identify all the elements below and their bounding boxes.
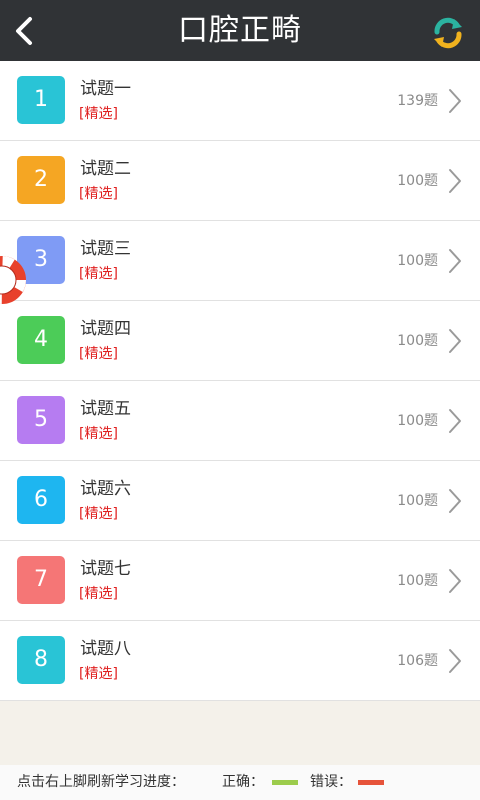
item-number-badge: 1 xyxy=(17,76,65,124)
item-tag: [精选] xyxy=(79,266,118,282)
item-title: 试题七 xyxy=(80,559,131,579)
chevron-right-icon xyxy=(449,649,461,673)
item-question-count: 139题 xyxy=(397,93,438,109)
item-number-badge: 5 xyxy=(17,396,65,444)
item-tag: [精选] xyxy=(79,346,118,362)
lifebuoy-icon xyxy=(0,256,26,304)
item-question-count: 100题 xyxy=(397,253,438,269)
list-item[interactable]: 5 试题五 [精选] 100题 xyxy=(0,381,480,461)
question-set-list: 1 试题一 [精选] 139题 2 试题二 [精选] 100题 3 试题三 [精选] 100题 4 试题四… xyxy=(0,61,480,701)
item-question-count: 106题 xyxy=(397,653,438,669)
wrong-label: 错误： xyxy=(310,774,352,790)
lifebuoy-floating-button[interactable] xyxy=(0,256,26,304)
item-tag: [精选] xyxy=(79,506,118,522)
item-question-count: 100题 xyxy=(397,573,438,589)
item-number-badge: 8 xyxy=(17,636,65,684)
item-tag: [精选] xyxy=(79,426,118,442)
list-item[interactable]: 3 试题三 [精选] 100题 xyxy=(0,221,480,301)
item-title: 试题三 xyxy=(80,239,131,259)
item-title: 试题一 xyxy=(80,79,131,99)
chevron-right-icon xyxy=(449,249,461,273)
item-tag: [精选] xyxy=(79,586,118,602)
list-item[interactable]: 8 试题八 [精选] 106题 xyxy=(0,621,480,701)
footer-hint: 点击右上脚刷新学习进度： xyxy=(17,774,185,790)
item-question-count: 100题 xyxy=(397,413,438,429)
item-tag: [精选] xyxy=(79,666,118,682)
item-question-count: 100题 xyxy=(397,333,438,349)
item-question-count: 100题 xyxy=(397,493,438,509)
progress-footer: 点击右上脚刷新学习进度： 正确： 错误： xyxy=(0,765,480,800)
page-title: 口腔正畸 xyxy=(178,13,302,48)
item-number-badge: 2 xyxy=(17,156,65,204)
item-title: 试题二 xyxy=(80,159,131,179)
item-number-badge: 7 xyxy=(17,556,65,604)
item-number-badge: 4 xyxy=(17,316,65,364)
chevron-right-icon xyxy=(449,329,461,353)
item-title: 试题八 xyxy=(80,639,131,659)
chevron-right-icon xyxy=(449,569,461,593)
app-header: 口腔正畸 xyxy=(0,0,480,62)
refresh-button[interactable] xyxy=(430,15,466,51)
refresh-icon xyxy=(434,17,462,49)
chevron-right-icon xyxy=(449,409,461,433)
list-item[interactable]: 4 试题四 [精选] 100题 xyxy=(0,301,480,381)
item-title: 试题六 xyxy=(80,479,131,499)
chevron-right-icon xyxy=(449,489,461,513)
correct-color-swatch xyxy=(272,780,298,785)
wrong-color-swatch xyxy=(358,780,384,785)
item-question-count: 100题 xyxy=(397,173,438,189)
chevron-right-icon xyxy=(449,89,461,113)
item-number-badge: 6 xyxy=(17,476,65,524)
list-item[interactable]: 6 试题六 [精选] 100题 xyxy=(0,461,480,541)
item-tag: [精选] xyxy=(79,186,118,202)
list-item[interactable]: 1 试题一 [精选] 139题 xyxy=(0,61,480,141)
list-item[interactable]: 7 试题七 [精选] 100题 xyxy=(0,541,480,621)
chevron-right-icon xyxy=(449,169,461,193)
correct-label: 正确： xyxy=(222,774,264,790)
item-title: 试题四 xyxy=(80,319,131,339)
item-tag: [精选] xyxy=(79,106,118,122)
list-item[interactable]: 2 试题二 [精选] 100题 xyxy=(0,141,480,221)
item-title: 试题五 xyxy=(80,399,131,419)
